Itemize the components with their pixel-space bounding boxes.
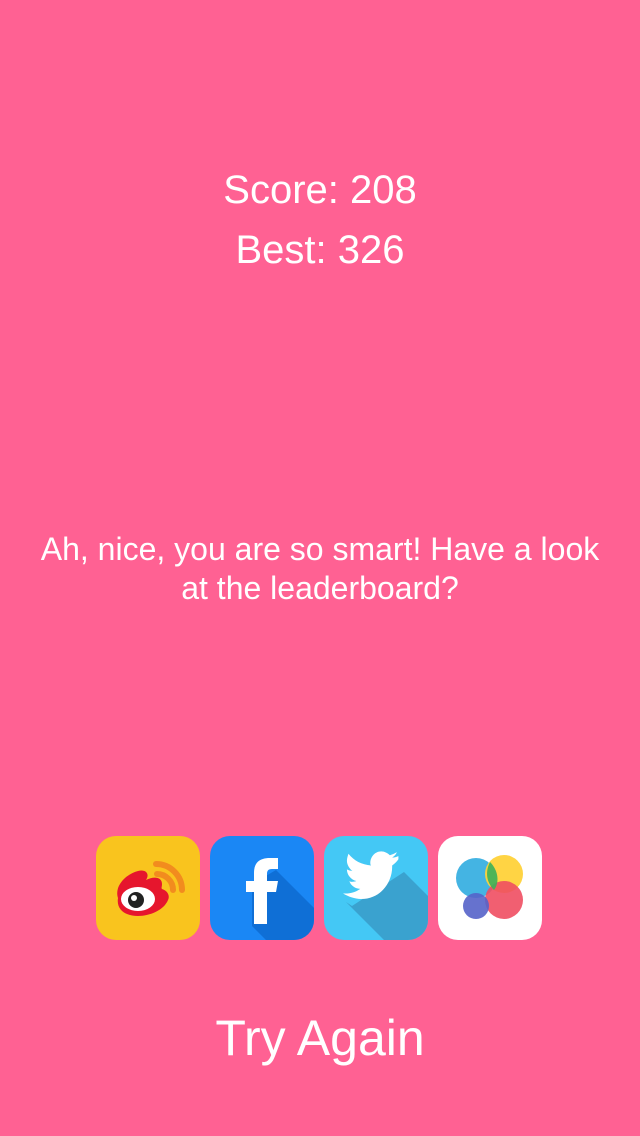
weibo-share-button[interactable]	[96, 836, 200, 940]
twitter-icon	[324, 836, 428, 940]
weibo-icon	[96, 836, 200, 940]
best-score-label: Best: 326	[235, 228, 405, 272]
facebook-share-button[interactable]	[210, 836, 314, 940]
game-center-icon	[438, 836, 542, 940]
share-buttons-row	[96, 836, 544, 940]
game-over-screen: Score: 208 Best: 326 Ah, nice, you are s…	[0, 0, 640, 1136]
twitter-share-button[interactable]	[324, 836, 428, 940]
result-message: Ah, nice, you are so smart! Have a look …	[40, 531, 600, 606]
game-center-button[interactable]	[438, 836, 542, 940]
facebook-icon	[210, 836, 314, 940]
try-again-button[interactable]: Try Again	[170, 1006, 470, 1070]
score-label: Score: 208	[223, 168, 417, 212]
